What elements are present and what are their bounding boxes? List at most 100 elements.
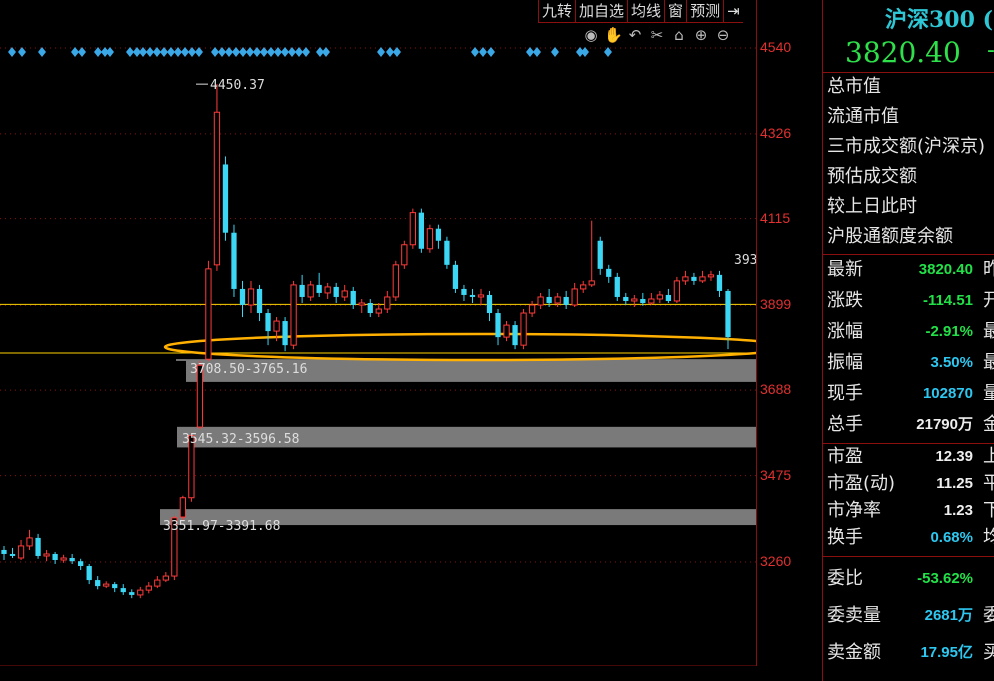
signal-diamond [393, 47, 401, 57]
candle-body [256, 288, 263, 314]
candle-body [231, 232, 237, 289]
quote-row: 三市成交额(沪深京) [825, 132, 994, 162]
chart-toolbar: 九转 加自选 均线窗预测 ⇥ [538, 0, 743, 23]
expand-panel-button[interactable]: ⇥ [723, 0, 743, 22]
undo-icon[interactable]: ↶ [626, 26, 644, 44]
quote-row: 最新 3820.40 昨 [825, 254, 994, 285]
candle-body [103, 583, 110, 587]
candle-body [537, 296, 544, 306]
kline-chart[interactable]: 4450.37 3708.50-3765.16 3545.32-3596.58 335… [0, 0, 756, 666]
quote-value: 21790万 [916, 416, 973, 433]
signal-diamond [153, 47, 161, 57]
hand-icon[interactable]: ✋ [604, 26, 623, 44]
signal-diamond [18, 47, 26, 57]
index-title[interactable]: 沪深300 ( [885, 2, 993, 34]
quote-label: 换手 [827, 527, 863, 548]
quote-suffix: 买 [983, 642, 994, 663]
candle-body [699, 276, 706, 282]
quote-label: 市盈(动) [827, 473, 896, 494]
signal-diamond [146, 47, 154, 57]
signal-diamond [211, 47, 219, 57]
candle-body [43, 553, 50, 557]
candle-body [716, 274, 723, 291]
candle-body [503, 324, 510, 338]
quote-label: 总手 [827, 414, 863, 435]
candle-body [129, 592, 135, 595]
add-watchlist-button[interactable]: 加自选 [575, 0, 627, 22]
candle-body [546, 296, 552, 303]
quote-value: 12.39 [935, 448, 973, 465]
quote-row: 总手 21790万金 [825, 409, 994, 440]
signal-diamond [302, 47, 310, 57]
quote-suffix: 金 [983, 414, 994, 435]
candle-body [9, 553, 16, 556]
candle-body [112, 584, 118, 589]
signal-diamond [295, 47, 303, 57]
candle-body [316, 284, 322, 293]
quote-suffix: 昨 [983, 259, 994, 280]
forecast-button[interactable]: 预测 [686, 0, 723, 22]
signal-diamond [246, 47, 254, 57]
quote-value: -2.91% [925, 323, 973, 340]
zoom-in-icon[interactable]: ⊕ [692, 26, 710, 44]
jiuzhuan-button[interactable]: 九转 [538, 0, 575, 22]
signal-diamond [71, 47, 79, 57]
candle-body [290, 284, 297, 346]
quote-label: 较上日此时 [827, 196, 917, 217]
lock-icon[interactable]: ⌂ [670, 26, 688, 44]
candle-body [426, 228, 434, 250]
zoom-out-icon[interactable]: ⊖ [714, 26, 732, 44]
signal-diamond [288, 47, 296, 57]
moving-average-button[interactable]: 均线 [627, 0, 664, 22]
candle-body [656, 294, 663, 300]
candle-body [384, 296, 391, 310]
candle-body [350, 290, 356, 305]
current-price: 3820.40 [845, 36, 961, 69]
signal-diamond [160, 47, 168, 57]
kline-chart-area[interactable]: 4450.37 3708.50-3765.16 3545.32-3596.58 335… [0, 0, 756, 666]
quote-label: 总市值 [827, 76, 881, 97]
candle-body [60, 557, 67, 561]
price-axis: 4540 4326 4115 3899 3688 3475 3260 [756, 0, 823, 666]
quote-label: 三市成交额(沪深京) [827, 136, 986, 157]
signal-diamond [181, 47, 189, 57]
quote-row: 委比 -53.62% [825, 560, 994, 597]
quote-label: 委卖量 [827, 605, 881, 626]
eye-icon[interactable]: ◉ [582, 26, 600, 44]
quote-row: 卖金额 17.95亿买 [825, 634, 994, 671]
quote-label: 卖金额 [827, 642, 881, 663]
quote-row: 振幅 3.50% 最 [825, 347, 994, 378]
candle-body [222, 164, 229, 233]
quote-suffix: 下 [983, 500, 994, 521]
quote-value: 3820.40 [918, 261, 973, 278]
scissors-icon[interactable]: ✂ [648, 26, 666, 44]
candle-body [597, 240, 603, 269]
candle-body [418, 212, 425, 249]
candle-body [461, 288, 467, 295]
candle-body [648, 298, 655, 304]
candle-body [682, 276, 689, 282]
candle-body [95, 580, 101, 587]
chart-annotation: 3351.97-3391.68 [163, 519, 280, 534]
candle-body [69, 557, 75, 562]
highlight-ellipse [163, 332, 756, 362]
candle-body [528, 304, 536, 314]
signal-diamond [126, 47, 134, 57]
quote-suffix: 委 [983, 605, 994, 626]
candle-body [673, 280, 681, 302]
quote-label: 涨跌 [827, 290, 863, 311]
signal-diamond [267, 47, 275, 57]
signal-diamond [526, 47, 534, 57]
candle-body [580, 284, 587, 290]
candle-body [691, 276, 697, 281]
signal-diamond [106, 47, 114, 57]
quote-value: 11.25 [936, 475, 973, 492]
signal-diamond [232, 47, 240, 57]
quote-label: 现手 [827, 383, 863, 404]
window-button[interactable]: 窗 [664, 0, 686, 22]
signal-diamond [260, 47, 268, 57]
signal-diamond [386, 47, 394, 57]
quote-label: 市盈 [827, 446, 863, 467]
candle-body [154, 579, 161, 587]
quote-suffix: 量 [983, 383, 994, 404]
